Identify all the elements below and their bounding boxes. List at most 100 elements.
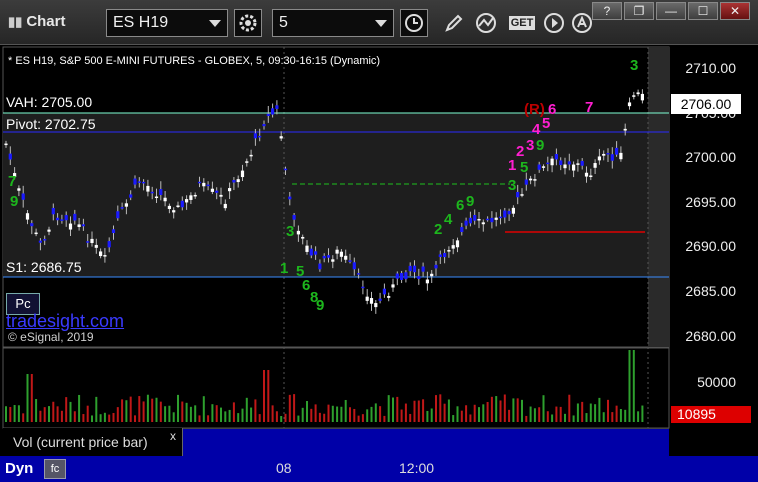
candle xyxy=(253,133,257,139)
volume-bar xyxy=(469,414,472,422)
candle xyxy=(21,193,25,200)
candle xyxy=(322,255,326,259)
price-tick: 2695.00 xyxy=(685,194,736,210)
volume-bar xyxy=(284,413,287,422)
candle xyxy=(387,296,391,298)
candle xyxy=(576,163,580,165)
volume-bar xyxy=(413,400,416,422)
minimize-button[interactable]: — xyxy=(656,2,686,20)
play-button[interactable] xyxy=(540,9,568,37)
candle xyxy=(279,136,283,139)
draw-button[interactable] xyxy=(440,9,468,37)
volume-bar xyxy=(331,405,334,422)
help-button[interactable]: ? xyxy=(592,2,622,20)
candle xyxy=(361,286,365,289)
candle xyxy=(395,273,399,279)
get-button[interactable]: GET xyxy=(506,9,538,37)
interval-combo[interactable]: 5 xyxy=(272,9,394,37)
candle xyxy=(25,213,30,220)
candle xyxy=(150,191,154,194)
volume-bar xyxy=(146,394,149,422)
count-marker: 2 xyxy=(434,221,443,238)
candle xyxy=(602,153,606,156)
volume-bar xyxy=(78,394,81,422)
volume-bar xyxy=(306,401,308,422)
price-tick: 2690.00 xyxy=(685,238,736,254)
candle xyxy=(352,262,356,270)
volume-bar xyxy=(353,408,356,422)
volume-bar xyxy=(103,412,106,422)
candle xyxy=(258,135,262,138)
candle xyxy=(318,263,322,270)
volume-bar xyxy=(275,411,278,422)
count-marker: 1 xyxy=(508,157,517,174)
time-button[interactable] xyxy=(400,9,428,37)
brand-link[interactable]: tradesight.com xyxy=(6,311,124,332)
candle xyxy=(8,153,12,160)
time-tick: 12:00 xyxy=(399,460,435,476)
settings-button[interactable] xyxy=(234,9,262,37)
candle xyxy=(404,272,408,280)
chevron-down-icon xyxy=(375,20,387,27)
candle xyxy=(271,108,275,115)
candle xyxy=(421,266,425,272)
count-marker: 9 xyxy=(466,193,475,210)
candle xyxy=(507,210,511,215)
candle xyxy=(623,128,627,131)
volume-bar xyxy=(426,410,429,422)
volume-bar xyxy=(387,395,390,422)
candle xyxy=(511,207,515,214)
candle xyxy=(464,220,468,226)
candle xyxy=(615,147,619,155)
price-chart[interactable]: * ES H19, S&P 500 E-MINI FUTURES - GLOBE… xyxy=(0,45,758,482)
session-icon[interactable]: fc xyxy=(44,459,66,479)
dynamic-mode[interactable]: Dyn xyxy=(5,460,33,477)
volume-bar xyxy=(508,409,511,422)
close-button[interactable]: ✕ xyxy=(720,2,750,20)
studies-button[interactable] xyxy=(472,9,500,37)
volume-bar xyxy=(318,412,321,422)
volume-bar xyxy=(116,407,119,422)
symbol-combo[interactable]: ES H19 xyxy=(106,9,228,37)
candle xyxy=(129,194,133,198)
volume-bar xyxy=(52,401,55,422)
volume-bar xyxy=(529,406,532,422)
candle xyxy=(116,211,120,219)
candle xyxy=(589,175,593,177)
candle xyxy=(296,230,300,235)
volume-bar xyxy=(60,410,63,422)
pivot-label: Pivot: 2702.75 xyxy=(6,116,96,132)
toolbar: ▮▮ Chart ES H19 5 GET ? ❐ — ☐ ✕ xyxy=(0,0,758,45)
volume-bar xyxy=(112,412,115,422)
volume-bar xyxy=(576,403,579,422)
candle xyxy=(314,251,318,255)
candle xyxy=(529,178,533,181)
volume-bar xyxy=(396,396,399,422)
candle xyxy=(606,153,610,155)
volume-bar xyxy=(379,406,382,422)
volume-close-button[interactable]: x xyxy=(170,429,176,443)
volume-bar xyxy=(392,397,394,422)
count-marker: 3 xyxy=(526,137,535,154)
candle xyxy=(391,284,395,288)
volume-bar xyxy=(189,406,192,422)
volume-bar xyxy=(478,407,480,422)
volume-bar xyxy=(254,399,257,422)
volume-bar xyxy=(598,397,601,422)
right-margin xyxy=(648,47,669,347)
volume-bar xyxy=(632,350,635,422)
candle xyxy=(473,215,477,221)
volume-bar xyxy=(228,409,231,422)
chart-canvas[interactable] xyxy=(0,45,758,482)
volume-bar xyxy=(99,414,102,422)
volume-bar xyxy=(581,401,584,422)
volume-legend[interactable]: Vol (current price bar) xyxy=(3,428,183,456)
volume-bar xyxy=(564,413,566,422)
volume-bar xyxy=(5,406,7,422)
link-button[interactable]: ❐ xyxy=(624,2,654,20)
maximize-button[interactable]: ☐ xyxy=(688,2,718,20)
volume-bar xyxy=(400,409,403,422)
volume-bar xyxy=(211,404,214,422)
volume-bar xyxy=(301,407,304,422)
candle xyxy=(236,179,240,183)
